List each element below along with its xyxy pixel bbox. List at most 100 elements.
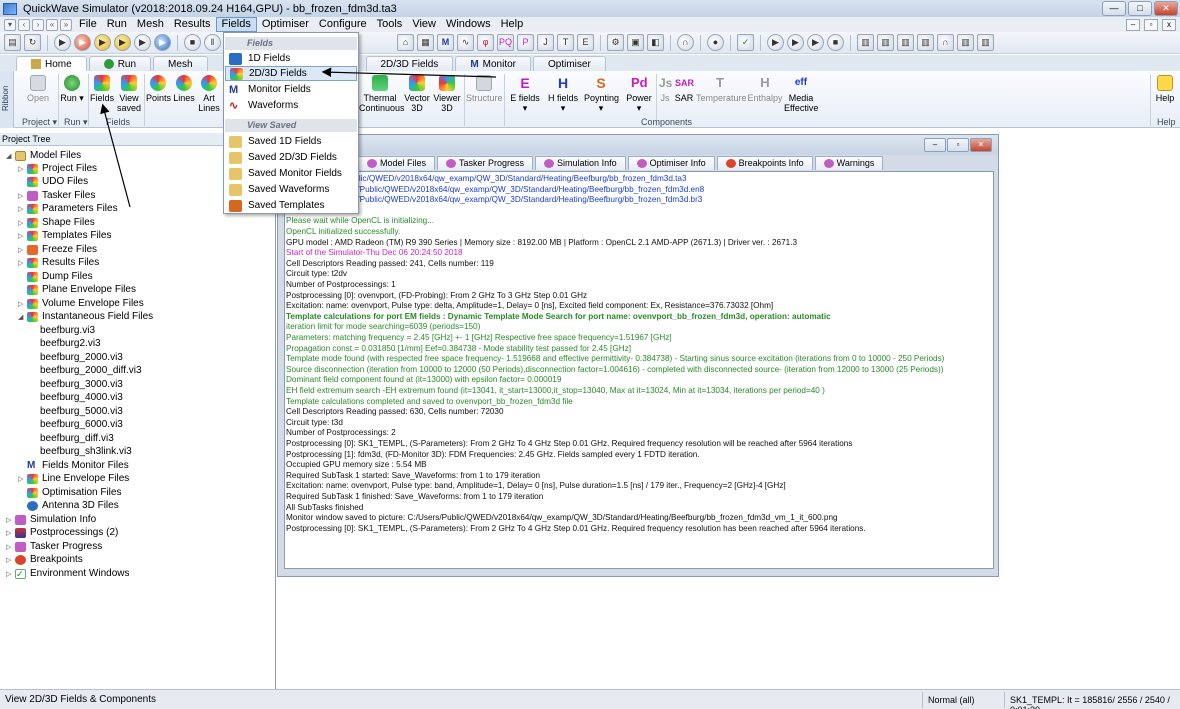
info-minimize-button[interactable]: – bbox=[924, 138, 946, 152]
run-red-icon[interactable]: ▶ bbox=[74, 34, 91, 51]
tree-templates-files[interactable]: ▷ Templates Files bbox=[18, 229, 111, 242]
temperature-button[interactable]: T Temperature bbox=[696, 75, 747, 103]
chart-icon-7[interactable]: ▥ bbox=[977, 34, 994, 51]
tree-file-vi3[interactable]: beefburg2.vi3 bbox=[40, 337, 101, 350]
tree-tasker-files[interactable]: ▷ Tasker Files bbox=[18, 189, 95, 202]
menu-windows[interactable]: Windows bbox=[441, 17, 496, 32]
tools-icon-2[interactable]: ▣ bbox=[627, 34, 644, 51]
pause-icon[interactable]: ‖ bbox=[204, 34, 221, 51]
thermal-continuous-button[interactable]: Thermal Continuous bbox=[359, 75, 405, 113]
tab-simulation-info[interactable]: Simulation Info bbox=[535, 156, 626, 170]
chart-icon-6[interactable]: ▥ bbox=[957, 34, 974, 51]
fields-button[interactable]: Fields bbox=[90, 75, 114, 103]
tree-file-vi3[interactable]: beefburg.vi3 bbox=[40, 324, 95, 337]
check-icon[interactable]: ✓ bbox=[737, 34, 754, 51]
tree-file-vi3[interactable]: beefburg_2000_diff.vi3 bbox=[40, 364, 142, 377]
chart-icon-5[interactable]: ∩ bbox=[937, 34, 954, 51]
step-icon[interactable]: ▶ bbox=[134, 34, 151, 51]
points-button[interactable]: Points bbox=[146, 75, 171, 103]
stop-icon[interactable]: ■ bbox=[184, 34, 201, 51]
tree-udo-files[interactable]: UDO Files bbox=[18, 175, 88, 188]
menu-configure[interactable]: Configure bbox=[314, 17, 372, 32]
enthalpy-button[interactable]: H Enthalpy bbox=[747, 75, 783, 103]
tree-project-files[interactable]: ▷ Project Files bbox=[18, 162, 97, 175]
tree-line-envelope-files[interactable]: ▷ Line Envelope Files bbox=[18, 472, 129, 485]
menu-file[interactable]: File bbox=[74, 17, 102, 32]
menu-mesh[interactable]: Mesh bbox=[132, 17, 169, 32]
tree-file-vi3[interactable]: beefburg_4000.vi3 bbox=[40, 391, 123, 404]
run-yellow-icon[interactable]: ▶ bbox=[94, 34, 111, 51]
tree-results-files[interactable]: ▷ Results Files bbox=[18, 256, 99, 269]
power-button[interactable]: Pd Power ▾ bbox=[624, 75, 654, 113]
monitor-m-icon[interactable]: M bbox=[437, 34, 454, 51]
menu-item-waveforms[interactable]: ∿ Waveforms bbox=[225, 98, 357, 113]
play-icon[interactable]: ▶ bbox=[54, 34, 71, 51]
phase-icon[interactable]: φ bbox=[477, 34, 494, 51]
view-saved-button[interactable]: View saved bbox=[116, 75, 142, 113]
menu-item-saved-1d-fields[interactable]: Saved 1D Fields bbox=[225, 134, 357, 149]
tree-file-vi3[interactable]: beefburg_3000.vi3 bbox=[40, 378, 123, 391]
project-open-icon[interactable]: ▤ bbox=[4, 34, 21, 51]
tab-optimiser-info[interactable]: Optimiser Info bbox=[627, 156, 715, 170]
tree-breakpoints[interactable]: ▷ Breakpoints bbox=[6, 553, 83, 566]
maximize-button[interactable]: □ bbox=[1128, 1, 1152, 16]
antenna-icon[interactable]: ∩ bbox=[677, 34, 694, 51]
record-icon[interactable]: ● bbox=[707, 34, 724, 51]
open-button[interactable]: Open bbox=[24, 75, 52, 103]
tree-file-vi3[interactable]: beefburg_6000.vi3 bbox=[40, 418, 123, 431]
tree-fields-monitor-files[interactable]: M Fields Monitor Files bbox=[18, 459, 129, 472]
quick-access-icon[interactable]: ▾ bbox=[4, 18, 16, 31]
viewer-3d-button[interactable]: Viewer 3D bbox=[433, 75, 461, 113]
menu-help[interactable]: Help bbox=[496, 17, 529, 32]
project-group-label[interactable]: Project ▾ bbox=[22, 117, 57, 128]
tab-breakpoints-info[interactable]: Breakpoints Info bbox=[716, 156, 813, 170]
menu-item-1d-fields[interactable]: 1D Fields bbox=[225, 51, 357, 66]
p-icon[interactable]: P bbox=[517, 34, 534, 51]
poynting-button[interactable]: S Poynting ▾ bbox=[584, 75, 619, 113]
tree-instantaneous-field-files[interactable]: ◢ Instantaneous Field Files bbox=[18, 310, 153, 323]
tree-tasker-progress[interactable]: ▷ Tasker Progress bbox=[6, 540, 102, 553]
tree-optimisation-files[interactable]: Optimisation Files bbox=[18, 486, 121, 499]
menu-tools[interactable]: Tools bbox=[372, 17, 408, 32]
qa-back-icon[interactable]: « bbox=[46, 18, 58, 31]
j-icon[interactable]: J bbox=[537, 34, 554, 51]
help-button[interactable]: Help bbox=[1154, 75, 1176, 103]
e-icon[interactable]: E bbox=[577, 34, 594, 51]
menu-item-saved-monitor-fields[interactable]: Saved Monitor Fields bbox=[225, 166, 357, 181]
chart-icon-1[interactable]: ▥ bbox=[857, 34, 874, 51]
chart-icon-4[interactable]: ▥ bbox=[917, 34, 934, 51]
tree-simulation-info[interactable]: ▷ Simulation Info bbox=[6, 513, 96, 526]
media-effective-button[interactable]: eff Media Effective bbox=[784, 75, 818, 113]
mdi-close-icon[interactable]: x bbox=[1162, 18, 1176, 31]
tab-monitor[interactable]: M Monitor bbox=[455, 56, 532, 71]
menu-item-saved-templates[interactable]: Saved Templates bbox=[225, 198, 357, 213]
run-group-label[interactable]: Run ▾ bbox=[64, 117, 88, 128]
js-button[interactable]: Js Js bbox=[658, 75, 672, 103]
tab-run[interactable]: Run bbox=[88, 56, 152, 71]
vector-3d-button[interactable]: Vector 3D bbox=[404, 75, 430, 113]
tree-file-vi3[interactable]: beefburg_sh3link.vi3 bbox=[40, 445, 132, 458]
app-icon[interactable] bbox=[3, 2, 17, 15]
simulation-log[interactable]: /Public/QWED/v2018x64/qw_examp/QW_3D/Sta… bbox=[284, 171, 994, 569]
redo-icon[interactable]: › bbox=[32, 18, 44, 31]
h-fields-button[interactable]: H H fields ▾ bbox=[546, 75, 580, 113]
tree-file-vi3[interactable]: beefburg_2000.vi3 bbox=[40, 351, 123, 364]
sar-button[interactable]: SAR SAR bbox=[674, 75, 694, 103]
grid-icon[interactable]: ▦ bbox=[417, 34, 434, 51]
menu-item-monitor-fields[interactable]: M Monitor Fields bbox=[225, 82, 357, 97]
art-lines-button[interactable]: Art Lines bbox=[198, 75, 220, 113]
opt-play-icon[interactable]: ▶ bbox=[767, 34, 784, 51]
tab-warnings[interactable]: Warnings bbox=[814, 156, 884, 170]
mdi-restore-icon[interactable]: ▫ bbox=[1144, 18, 1158, 31]
t-icon[interactable]: T bbox=[557, 34, 574, 51]
menu-results[interactable]: Results bbox=[169, 17, 216, 32]
structure-button[interactable]: Structure bbox=[466, 75, 503, 103]
tab-model-files[interactable]: Model Files bbox=[358, 156, 436, 170]
tree-environment-windows[interactable]: ▷ ✓ Environment Windows bbox=[6, 567, 129, 580]
run-button[interactable]: Run ▾ bbox=[60, 75, 84, 103]
tab-optimiser[interactable]: Optimiser bbox=[533, 56, 606, 71]
tree-parameters-files[interactable]: ▷ Parameters Files bbox=[18, 202, 118, 215]
menu-optimiser[interactable]: Optimiser bbox=[257, 17, 314, 32]
menu-view[interactable]: View bbox=[407, 17, 441, 32]
tree-plane-envelope-files[interactable]: Plane Envelope Files bbox=[18, 283, 136, 296]
